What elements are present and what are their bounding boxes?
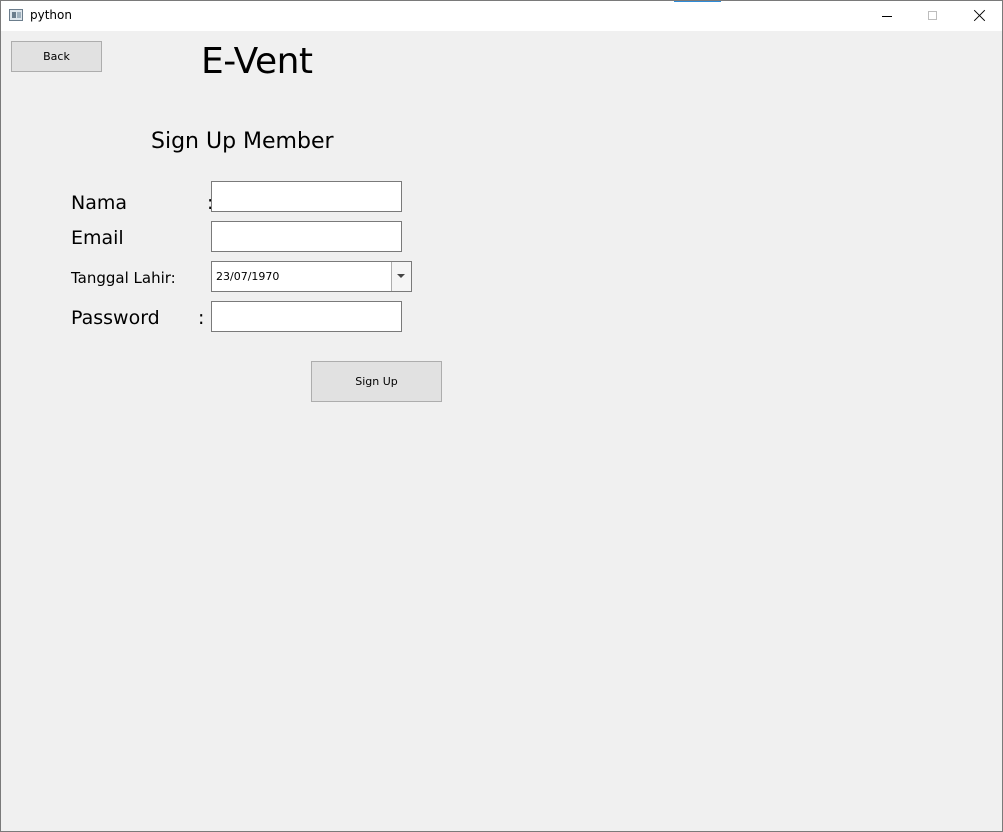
maximize-icon <box>928 11 937 20</box>
password-label: Password <box>71 307 160 329</box>
tanggal-lahir-date-edit[interactable]: 23/07/1970 <box>211 261 412 292</box>
password-input[interactable] <box>211 301 402 332</box>
close-button[interactable] <box>956 1 1002 31</box>
chevron-down-icon <box>397 274 405 278</box>
nama-input[interactable] <box>211 181 402 212</box>
minimize-button[interactable] <box>864 1 910 31</box>
window-title: python <box>30 8 72 22</box>
app-window: python Back E-Vent Sign Up Member Nama :… <box>0 0 1003 832</box>
email-input[interactable] <box>211 221 402 252</box>
titlebar-accent-strip <box>674 1 721 2</box>
form-heading: Sign Up Member <box>151 129 334 154</box>
tanggal-lahir-value: 23/07/1970 <box>216 270 280 283</box>
back-button[interactable]: Back <box>11 41 102 72</box>
app-title: E-Vent <box>201 41 313 82</box>
sign-up-button[interactable]: Sign Up <box>311 361 442 402</box>
password-colon: : <box>198 307 205 329</box>
title-bar[interactable]: python <box>1 1 1002 31</box>
close-icon <box>973 9 986 22</box>
app-window-icon <box>9 9 23 21</box>
email-label: Email <box>71 227 124 249</box>
tanggal-lahir-label: Tanggal Lahir: <box>71 269 176 287</box>
minimize-icon <box>882 16 892 17</box>
date-dropdown-button[interactable] <box>391 262 411 291</box>
maximize-button[interactable] <box>910 1 956 31</box>
nama-label: Nama <box>71 192 128 214</box>
